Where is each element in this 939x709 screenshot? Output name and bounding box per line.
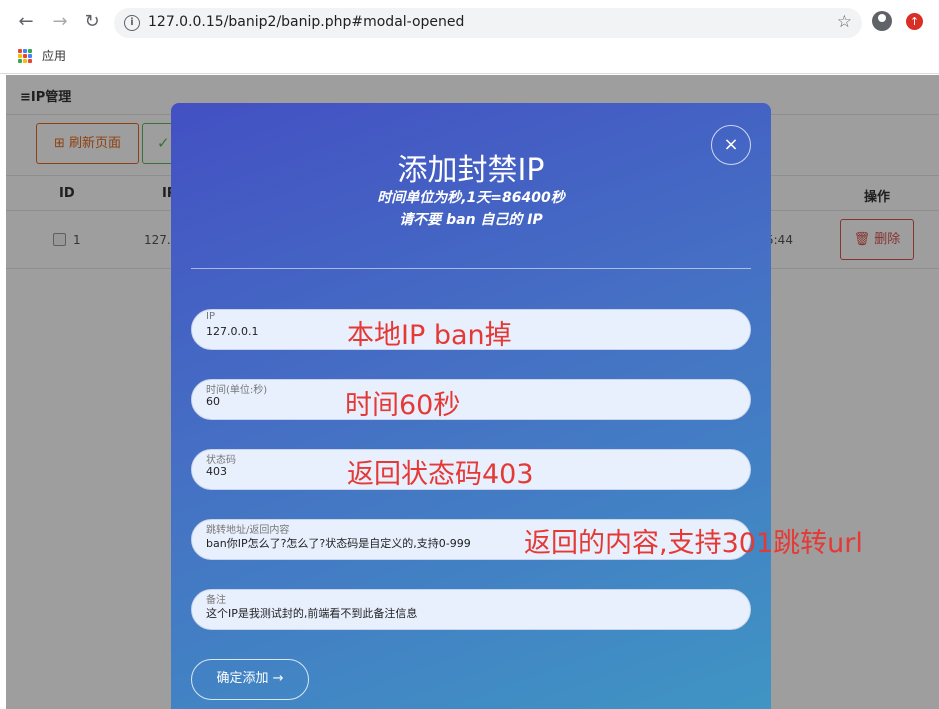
status-code-input-value[interactable]: 403	[206, 465, 227, 478]
note-input[interactable]: 备注 这个IP是我测试封的,前端看不到此备注信息	[191, 589, 751, 630]
info-icon[interactable]: i	[124, 15, 140, 31]
forward-button[interactable]: →	[48, 10, 72, 34]
ip-input-value[interactable]: 127.0.0.1	[206, 325, 258, 338]
redirect-content-input-value[interactable]: ban你IP怎么了?怎么了?状态码是自定义的,支持0-999	[206, 535, 471, 551]
duration-input-value[interactable]: 60	[206, 395, 220, 408]
status-code-input-label: 状态码	[206, 455, 236, 466]
annotation-status-code: 返回状态码403	[347, 459, 534, 490]
annotation-redirect: 返回的内容,支持301跳转url	[524, 528, 863, 559]
reload-button[interactable]: ↻	[80, 10, 104, 34]
apps-grid-icon[interactable]	[18, 49, 32, 63]
modal-divider	[191, 268, 751, 269]
annotation-ip: 本地IP ban掉	[347, 320, 512, 351]
modal-title: 添加封禁IP	[397, 153, 545, 188]
back-button[interactable]: ←	[14, 10, 38, 34]
apps-bookmark-label[interactable]: 应用	[42, 47, 66, 64]
url-text[interactable]: 127.0.0.15/banip2/banip.php#modal-opened	[148, 14, 464, 30]
confirm-add-button[interactable]: 确定添加 →	[191, 659, 309, 700]
update-icon[interactable]: ↑	[906, 13, 923, 30]
bookmark-star-icon[interactable]: ☆	[837, 12, 852, 32]
modal-subtitle-warning: 请不要 ban 自己的 IP	[399, 212, 543, 228]
redirect-content-input-label: 跳转地址/返回内容	[206, 525, 290, 536]
annotation-duration: 时间60秒	[345, 390, 461, 421]
note-input-value[interactable]: 这个IP是我测试封的,前端看不到此备注信息	[206, 605, 417, 621]
note-input-label: 备注	[206, 595, 226, 606]
duration-input-label: 时间(单位:秒)	[206, 385, 268, 396]
duration-input[interactable]: 时间(单位:秒) 60	[191, 379, 751, 420]
ip-input-label: IP	[206, 311, 215, 322]
address-bar[interactable]: i 127.0.0.15/banip2/banip.php#modal-open…	[114, 8, 862, 38]
add-ban-ip-modal: × 添加封禁IP 时间单位为秒,1天=86400秒 请不要 ban 自己的 IP…	[171, 103, 771, 709]
modal-subtitle-time-unit: 时间单位为秒,1天=86400秒	[377, 190, 565, 206]
profile-avatar-icon[interactable]	[872, 11, 892, 31]
browser-chrome: ← → ↻ i 127.0.0.15/banip2/banip.php#moda…	[0, 0, 939, 74]
